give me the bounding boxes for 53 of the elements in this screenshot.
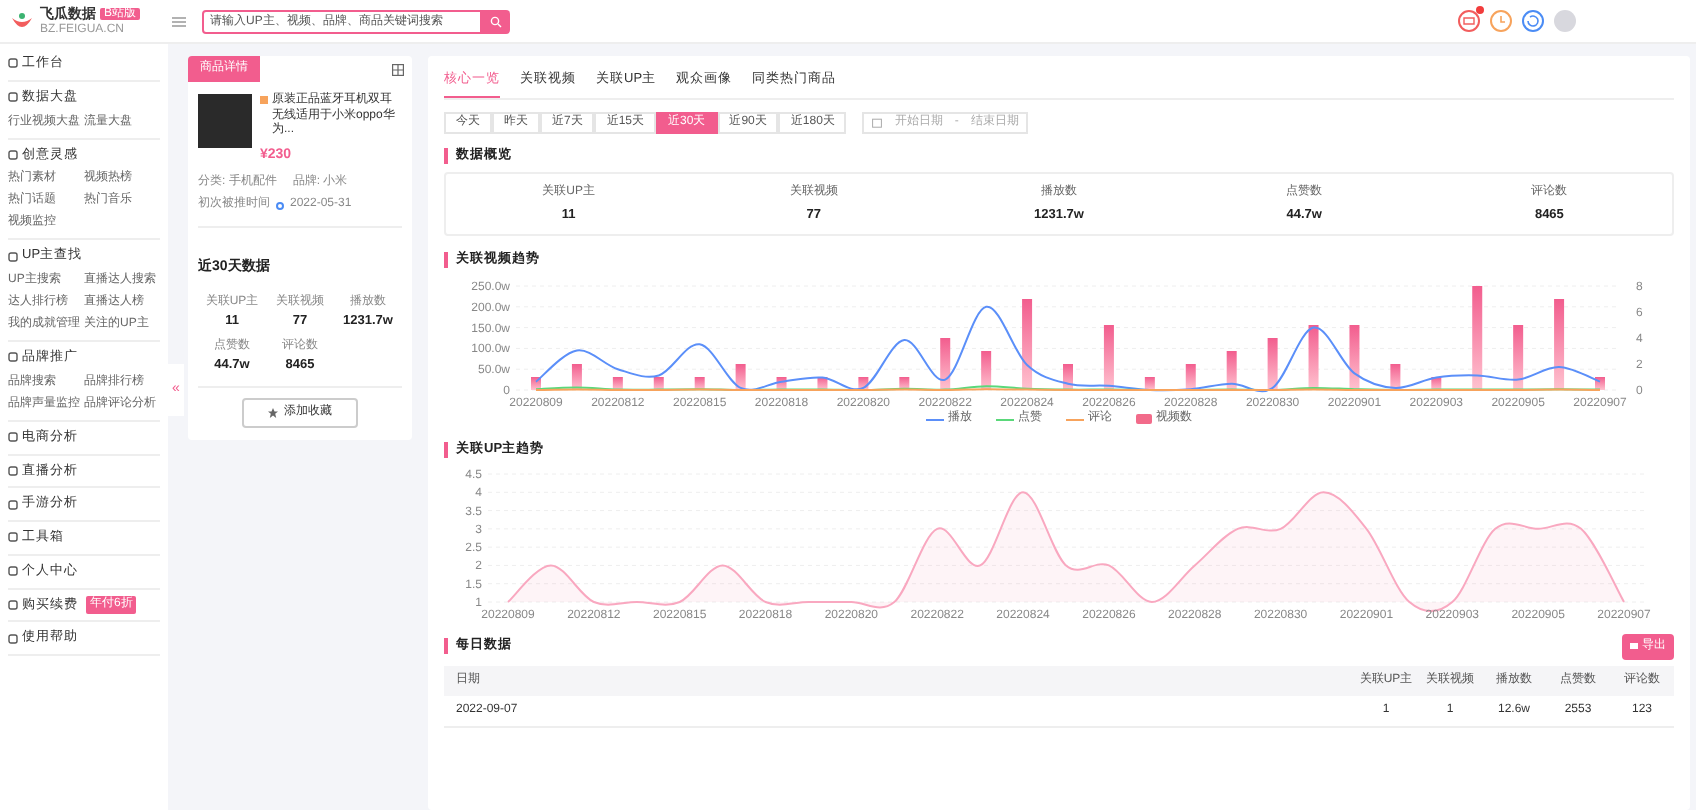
bar [694, 377, 705, 390]
bar [1063, 364, 1073, 390]
bar [858, 377, 869, 390]
nav-icon [8, 499, 18, 510]
nav-icon [8, 566, 18, 577]
bar [776, 377, 787, 390]
bar [1513, 325, 1524, 390]
nav-icon [8, 251, 18, 262]
bar [1431, 377, 1442, 390]
bar [1022, 299, 1033, 390]
bar [1390, 364, 1401, 390]
bar [531, 377, 541, 390]
bar [981, 351, 992, 390]
nav-icon [8, 599, 18, 610]
nav-icon [8, 92, 18, 103]
refresh-icon[interactable] [1522, 10, 1544, 32]
bar [1226, 351, 1237, 390]
logo-icon [10, 11, 34, 31]
nav-icon [8, 633, 18, 644]
clock-icon[interactable] [1490, 10, 1512, 32]
calendar-icon [872, 117, 883, 128]
bar [1554, 299, 1565, 390]
bar [1472, 286, 1483, 390]
info-icon [276, 201, 284, 209]
nav-icon [8, 532, 18, 543]
bar [1349, 325, 1360, 390]
product-photo [198, 94, 252, 148]
nav-icon [8, 465, 18, 476]
nav-icon [8, 149, 18, 160]
bar [1185, 364, 1196, 390]
brand-icon [260, 96, 268, 104]
bar [571, 364, 582, 390]
bar [1595, 377, 1605, 390]
search-button[interactable] [482, 9, 510, 33]
star-icon [268, 407, 278, 417]
bar [1308, 325, 1319, 390]
grid-icon[interactable] [392, 63, 404, 75]
search-icon [490, 15, 502, 27]
bar [817, 377, 828, 390]
export-icon [1630, 642, 1638, 651]
bar [1103, 325, 1114, 390]
bar [1267, 338, 1278, 390]
nav-icon [8, 352, 18, 363]
nav-icon [8, 432, 18, 443]
message-icon[interactable] [1458, 10, 1480, 32]
bar [612, 377, 623, 390]
bar [735, 364, 746, 390]
nav-icon [8, 58, 18, 69]
bar [940, 338, 951, 390]
bar [1144, 377, 1155, 390]
bar [899, 377, 910, 390]
menu-icon[interactable] [172, 15, 186, 27]
bar [653, 377, 664, 390]
